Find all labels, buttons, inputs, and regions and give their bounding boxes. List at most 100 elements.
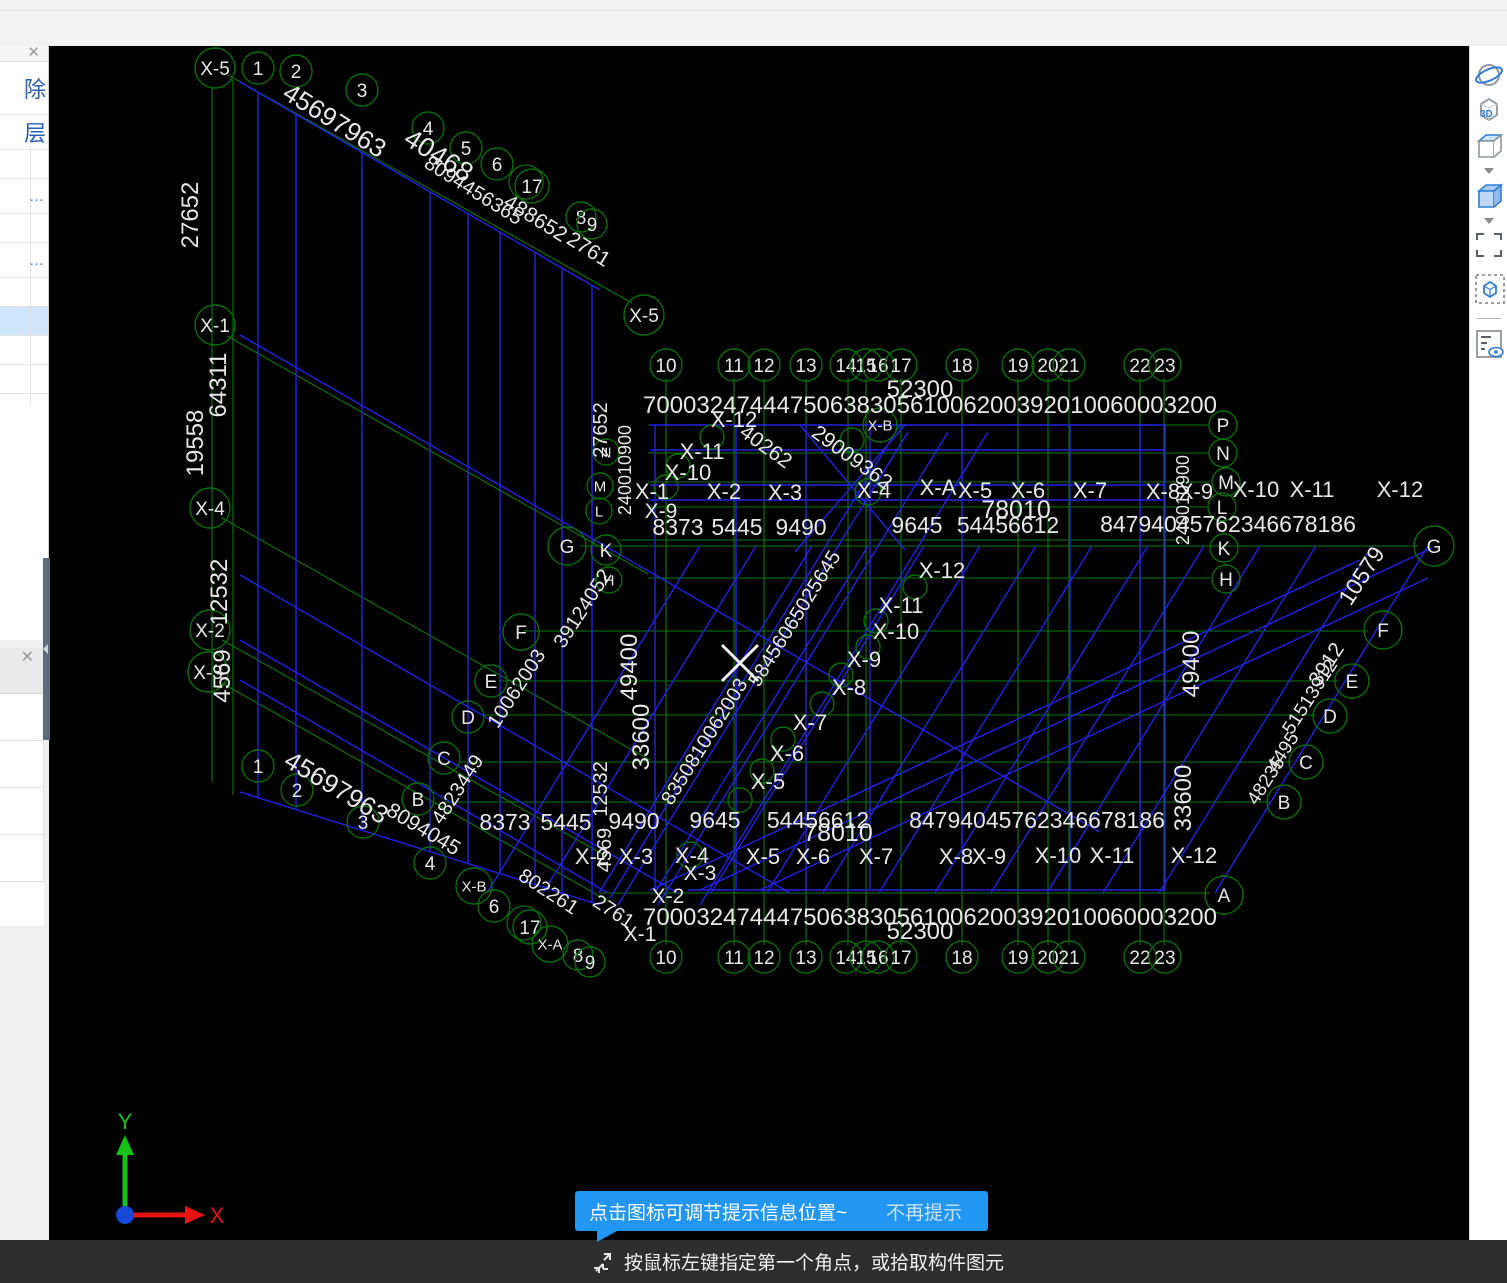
- svg-text:3D: 3D: [1480, 109, 1493, 120]
- cad-text: X-5: [751, 769, 785, 794]
- axis-bubble-label: 11: [724, 356, 744, 377]
- selected-row[interactable]: [0, 307, 48, 336]
- list-row[interactable]: [0, 741, 44, 788]
- isolate-element-icon: [1474, 274, 1505, 304]
- axis-bubble-label: 22: [1129, 948, 1150, 969]
- list-row[interactable]: [0, 150, 48, 179]
- cad-text: 33600: [628, 704, 655, 771]
- axis-bubble-label: B: [1278, 793, 1291, 814]
- axis-bubble-label: N: [1216, 444, 1230, 465]
- axis-bubble-label: 9: [585, 953, 596, 974]
- cad-text: 4569: [209, 649, 236, 702]
- dropdown-caret-icon[interactable]: [1483, 218, 1494, 224]
- axis-bubble-label: 12: [753, 356, 774, 377]
- axis-bubble-label: 17: [890, 356, 911, 377]
- list-row[interactable]: [0, 278, 48, 307]
- list-row[interactable]: [0, 835, 44, 882]
- axis-bubble-label: 17: [521, 177, 542, 198]
- app-window: X-5 1 2 3 4 5 6 17 8 9 X-5 X-1 X-4 X-2 X-3 1 2 3 4 X-B 6 17 X-…: [0, 0, 1507, 1283]
- cad-text: 49400: [1178, 631, 1205, 698]
- isolate-button[interactable]: [1473, 272, 1505, 306]
- axis-bubble-label: A: [1218, 886, 1231, 907]
- cad-text: 12532: [590, 761, 612, 817]
- axis-bubble-label: 21: [1058, 948, 1079, 969]
- cad-text: X-11: [1090, 843, 1135, 868]
- cad-text: 19558: [182, 410, 209, 477]
- cad-text: 64311: [205, 353, 232, 418]
- cad-text: 7000324744475063830561006200392010060003…: [643, 392, 1217, 419]
- cad-text: 78010: [981, 496, 1051, 524]
- cad-text: 9645: [891, 512, 942, 538]
- solid-box-view-icon: [1476, 183, 1503, 208]
- close-icon[interactable]: ✕: [21, 649, 34, 666]
- cad-text: X-10: [1233, 477, 1279, 502]
- list-row[interactable]: [0, 214, 48, 243]
- axis-bubble-label: 11: [724, 948, 744, 969]
- axis-bubble-label: E: [485, 672, 498, 693]
- axis-bubble-label: C: [437, 749, 451, 770]
- axis-bubble-label: X-4: [195, 499, 225, 520]
- dismiss-hint-button[interactable]: 不再提示: [886, 1198, 988, 1225]
- left-panel: ✕ 除 层 … … ✕: [0, 44, 50, 1240]
- more-button[interactable]: …: [0, 243, 48, 278]
- axis-bubble-label: D: [461, 708, 475, 729]
- collapse-arrow-icon[interactable]: [43, 644, 48, 654]
- axis-bubble-label: 6: [489, 897, 500, 918]
- axis-bubble-label: 19: [1007, 356, 1028, 377]
- top-view-button[interactable]: [1473, 130, 1505, 162]
- close-icon[interactable]: ✕: [27, 44, 40, 61]
- axis-bubble-label: H: [1219, 570, 1233, 591]
- toolbar-separator: [1476, 318, 1501, 319]
- cad-text: 9490: [608, 808, 659, 834]
- cad-text: X-10: [873, 619, 919, 644]
- cad-text: 27652: [590, 402, 612, 458]
- cad-text: X-9: [847, 647, 881, 672]
- axis-bubble-label: 13: [795, 948, 816, 969]
- delete-button[interactable]: 除: [0, 62, 48, 115]
- cad-text: X-3: [619, 844, 653, 869]
- cad-viewport[interactable]: X-5 1 23456178 9X-5X-1X-4X-2X-31234X-B617X-…: [0, 0, 1507, 1283]
- hint-tooltip: 点击图标可调节提示信息位置~ 不再提示: [575, 1191, 988, 1242]
- axis-bubble-label: 6: [492, 155, 503, 176]
- cad-text: 240010900: [615, 425, 635, 515]
- list-row[interactable]: [0, 788, 44, 835]
- cad-text: 33600: [1170, 765, 1197, 832]
- axis-bubble-label: 23: [1154, 356, 1175, 377]
- solid-view-button[interactable]: [1473, 180, 1505, 212]
- panel-splitter[interactable]: [43, 558, 50, 740]
- cad-text: 27652: [177, 182, 204, 249]
- list-row[interactable]: [0, 365, 48, 394]
- cad-text: X-9: [972, 844, 1006, 869]
- cad-text: 9490: [775, 514, 826, 540]
- axis-bubble-label: X-B: [867, 417, 892, 434]
- more-button[interactable]: …: [0, 179, 48, 214]
- 3d-view-button[interactable]: 3D: [1473, 94, 1505, 126]
- status-hint-text: 按鼠标左键指定第一个角点，或拾取构件图元: [624, 1253, 1005, 1274]
- axis-bubble-label: 18: [951, 948, 972, 969]
- region-select-button[interactable]: [1473, 230, 1505, 260]
- axis-bubble-label: 21: [1058, 356, 1079, 377]
- cad-text: 240010900: [1173, 455, 1193, 545]
- cad-text: 8373: [652, 514, 703, 540]
- view-settings-icon: [1475, 330, 1504, 358]
- axis-bubble-label: K: [1218, 539, 1231, 560]
- view-toolbar: 3D: [1469, 46, 1507, 1240]
- floor-button[interactable]: 层: [0, 115, 48, 150]
- list-row[interactable]: [0, 694, 44, 741]
- dropdown-caret-icon[interactable]: [1483, 168, 1494, 174]
- view-settings-button[interactable]: [1473, 327, 1505, 361]
- cad-text: 78010: [803, 819, 873, 847]
- axis-bubble-label: P: [1217, 416, 1230, 437]
- axis-bubble-label: 10: [655, 356, 676, 377]
- axis-bubble-label: 9: [587, 215, 598, 236]
- axis-bubble-label: 19: [1007, 948, 1028, 969]
- orbit-view-button[interactable]: [1473, 60, 1505, 90]
- axis-bubble-label: X-B: [461, 878, 486, 895]
- list-row[interactable]: [0, 336, 48, 365]
- axis-bubble-label: 13: [795, 356, 816, 377]
- axis-bubble-label: 10: [655, 948, 676, 969]
- cad-text: X-8: [832, 675, 866, 700]
- top-strip: [0, 0, 1507, 46]
- axis-bubble-label: G: [1427, 537, 1442, 558]
- region-select-icon: [1475, 233, 1502, 257]
